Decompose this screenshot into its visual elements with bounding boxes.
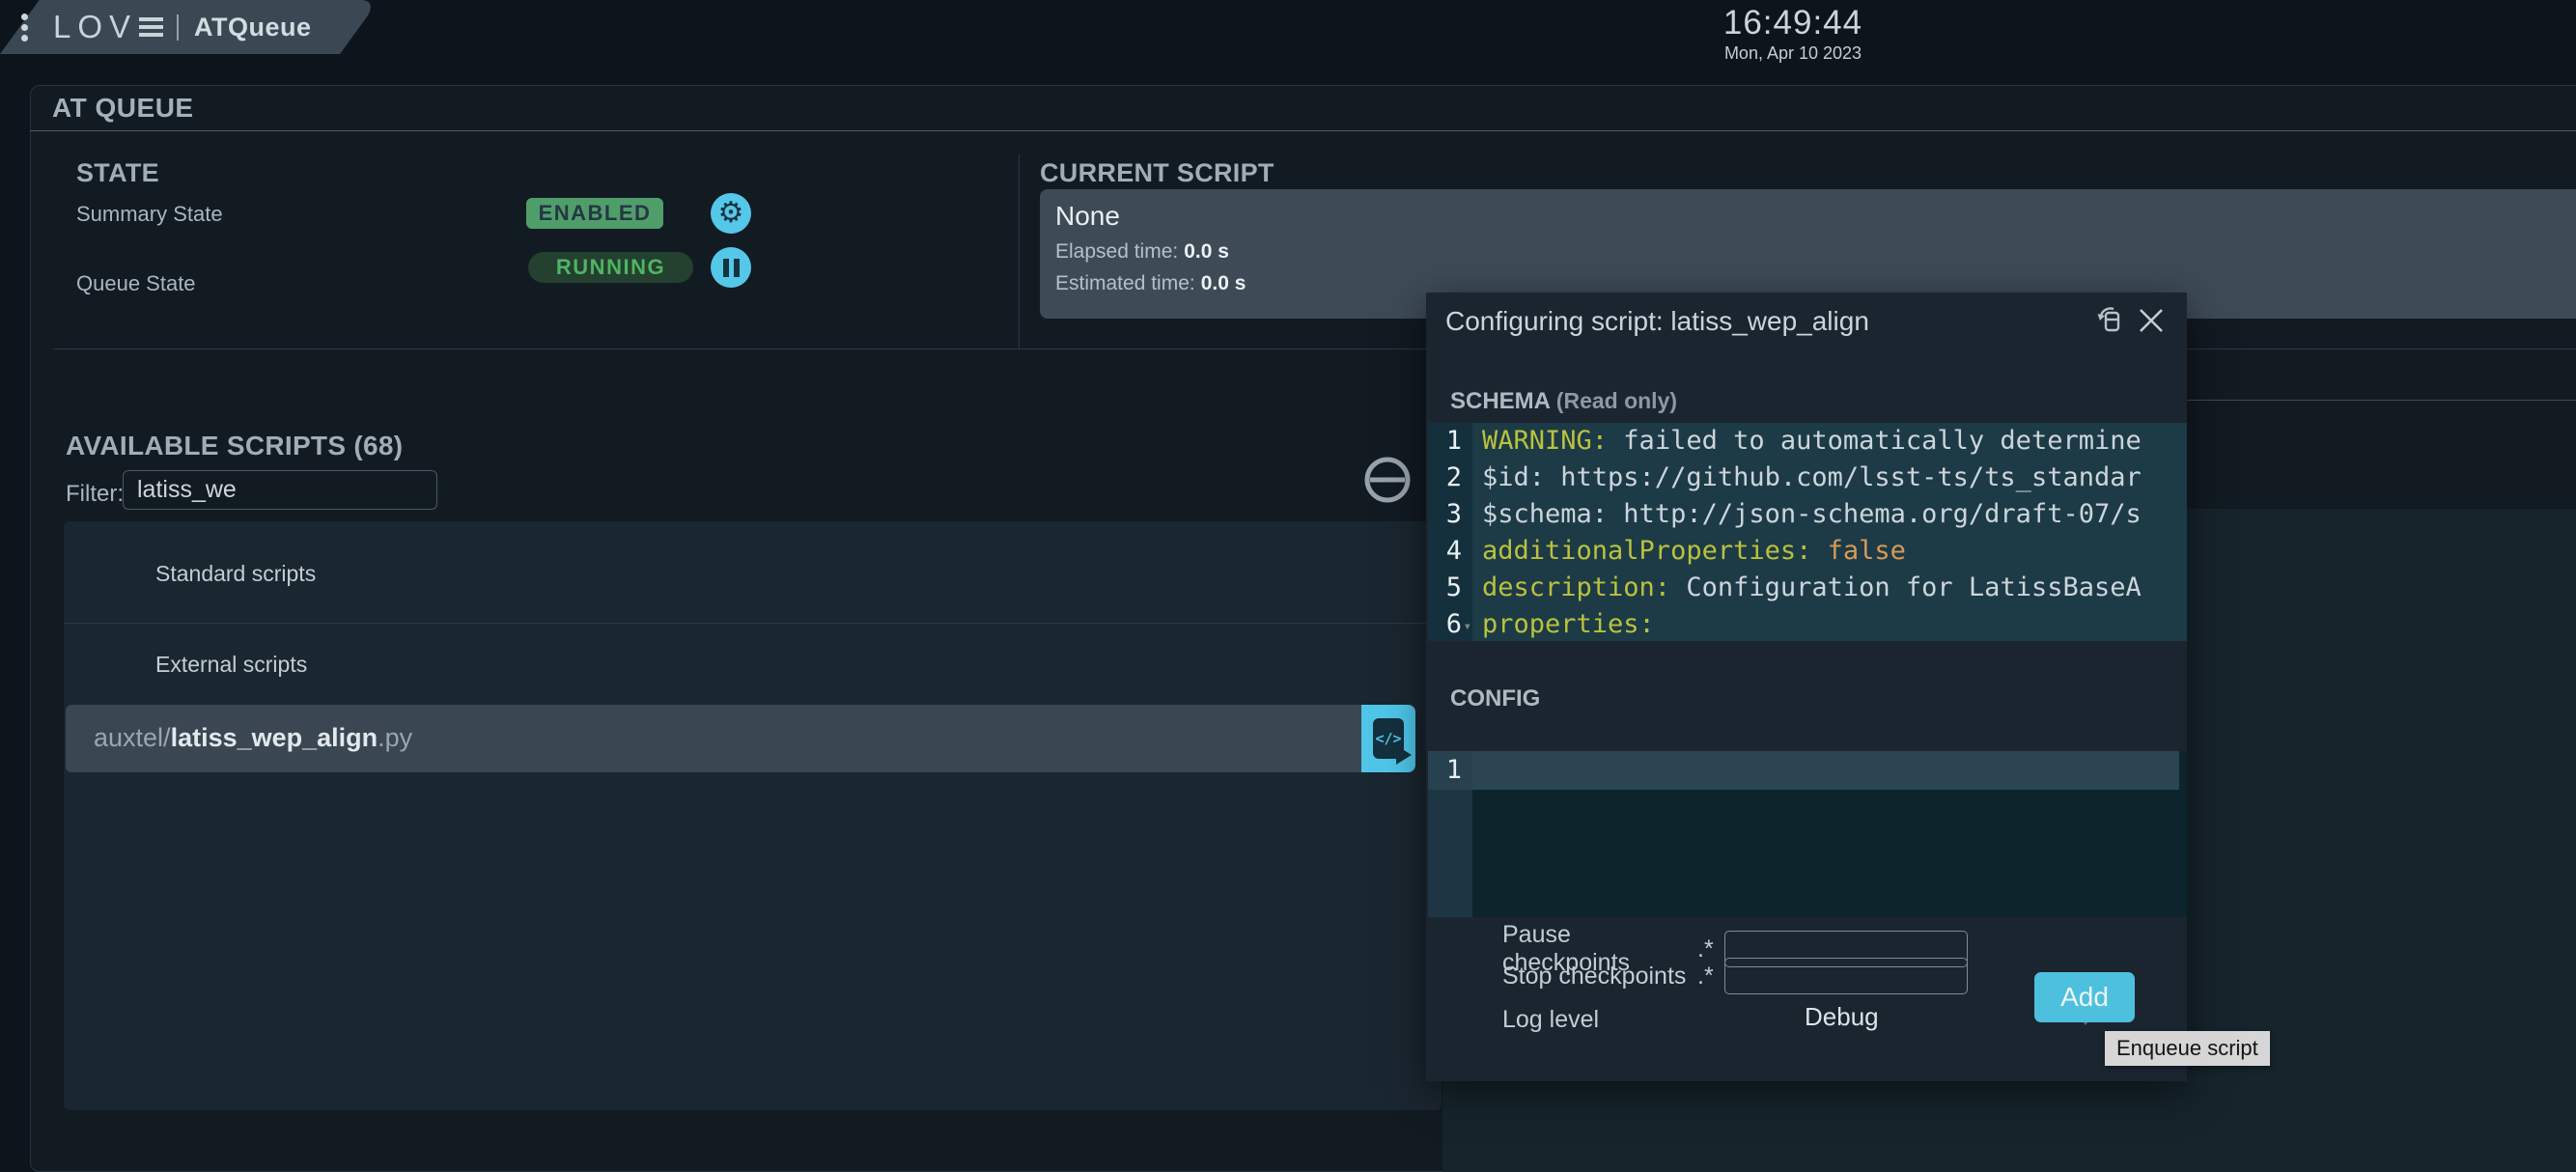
schema-line: 1WARNING: failed to automatically determ…: [1428, 423, 2187, 460]
schema-editor: 1WARNING: failed to automatically determ…: [1428, 423, 2187, 641]
add-button[interactable]: Add: [2034, 972, 2135, 1022]
configure-script-modal: Configuring script: latiss_wep_align SCH…: [1426, 293, 2187, 1081]
queue-state-badge: RUNNING: [528, 252, 693, 283]
pause-queue-button[interactable]: [711, 247, 751, 288]
state-heading: STATE: [76, 158, 159, 188]
filter-label: Filter:: [66, 481, 124, 508]
schema-line: 5description: Configuration for LatissBa…: [1428, 570, 2187, 606]
close-icon[interactable]: [2136, 305, 2167, 336]
logo-separator: [177, 14, 179, 41]
stop-checkpoints-pattern: .*: [1697, 963, 1724, 991]
schema-line: 6▾properties:: [1428, 606, 2187, 641]
schema-heading: SCHEMA (Read only): [1450, 388, 1677, 415]
external-scripts-label: External scripts: [155, 652, 307, 678]
enqueue-script-tooltip: Enqueue script: [2105, 1031, 2270, 1066]
clock-time: 16:49:44: [1677, 4, 1909, 42]
play-icon: [1396, 745, 1412, 765]
elapsed-time-label: Elapsed time:: [1055, 240, 1178, 263]
standard-scripts-label: Standard scripts: [155, 561, 316, 587]
queue-state-label: Queue State: [76, 271, 196, 296]
elapsed-time-value: 0.0 s: [1184, 240, 1229, 263]
config-line-number: 1: [1428, 751, 1472, 790]
config-active-line: [1472, 751, 2179, 790]
config-editor[interactable]: 1: [1428, 751, 2187, 917]
schema-line: 3$schema: http://json-schema.org/draft-0…: [1428, 496, 2187, 533]
clock: 16:49:44 Mon, Apr 10 2023: [1677, 4, 1909, 64]
app-title: ATQueue: [194, 13, 312, 42]
script-path: auxtel/latiss_wep_align.py: [94, 723, 412, 753]
estimated-time-value: 0.0 s: [1201, 272, 1246, 294]
schema-line: 4additionalProperties: false: [1428, 533, 2187, 570]
stop-checkpoints-input[interactable]: [1724, 958, 1968, 994]
pause-icon: [723, 259, 740, 277]
kebab-menu-icon[interactable]: [21, 14, 28, 42]
script-list-item[interactable]: auxtel/latiss_wep_align.py </>: [66, 705, 1415, 772]
log-level-select[interactable]: Debug: [1805, 1002, 2056, 1032]
resize-modal-icon[interactable]: [2093, 305, 2124, 336]
scripts-accordion: Standard scripts External scripts: [64, 521, 1442, 1110]
current-script-name: None: [1055, 201, 2576, 232]
love-logo: LOV: [53, 9, 137, 45]
column-divider: [1019, 154, 1020, 349]
log-level-label: Log level: [1502, 1006, 1697, 1034]
gear-icon: ⚙: [718, 199, 744, 228]
schema-readonly-tag: (Read only): [1556, 388, 1677, 413]
panel-title: AT QUEUE: [52, 93, 194, 124]
stop-checkpoints-label: Stop checkpoints: [1502, 963, 1697, 991]
summary-state-settings-button[interactable]: ⚙: [711, 193, 751, 234]
accordion-divider: [64, 623, 1442, 624]
summary-state-label: Summary State: [76, 202, 223, 227]
configure-script-button[interactable]: </>: [1361, 705, 1415, 772]
config-heading: CONFIG: [1450, 685, 1540, 712]
script-code-icon: </>: [1373, 718, 1404, 759]
collapse-available-scripts-icon[interactable]: [1363, 456, 1412, 504]
fold-icon[interactable]: ▾: [1464, 608, 1471, 641]
available-scripts-heading: AVAILABLE SCRIPTS (68): [66, 431, 403, 461]
current-script-heading: CURRENT SCRIPT: [1040, 158, 1274, 188]
love-logo-e-icon: [139, 17, 163, 37]
modal-title: Configuring script: latiss_wep_align: [1445, 306, 1869, 337]
filter-input[interactable]: [123, 470, 437, 510]
panel-header: AT QUEUE: [30, 85, 2576, 131]
clock-date: Mon, Apr 10 2023: [1677, 43, 1909, 64]
schema-line: 2$id: https://github.com/lsst-ts/ts_stan…: [1428, 460, 2187, 496]
summary-state-badge: ENABLED: [526, 198, 663, 229]
estimated-time-label: Estimated time:: [1055, 272, 1195, 294]
